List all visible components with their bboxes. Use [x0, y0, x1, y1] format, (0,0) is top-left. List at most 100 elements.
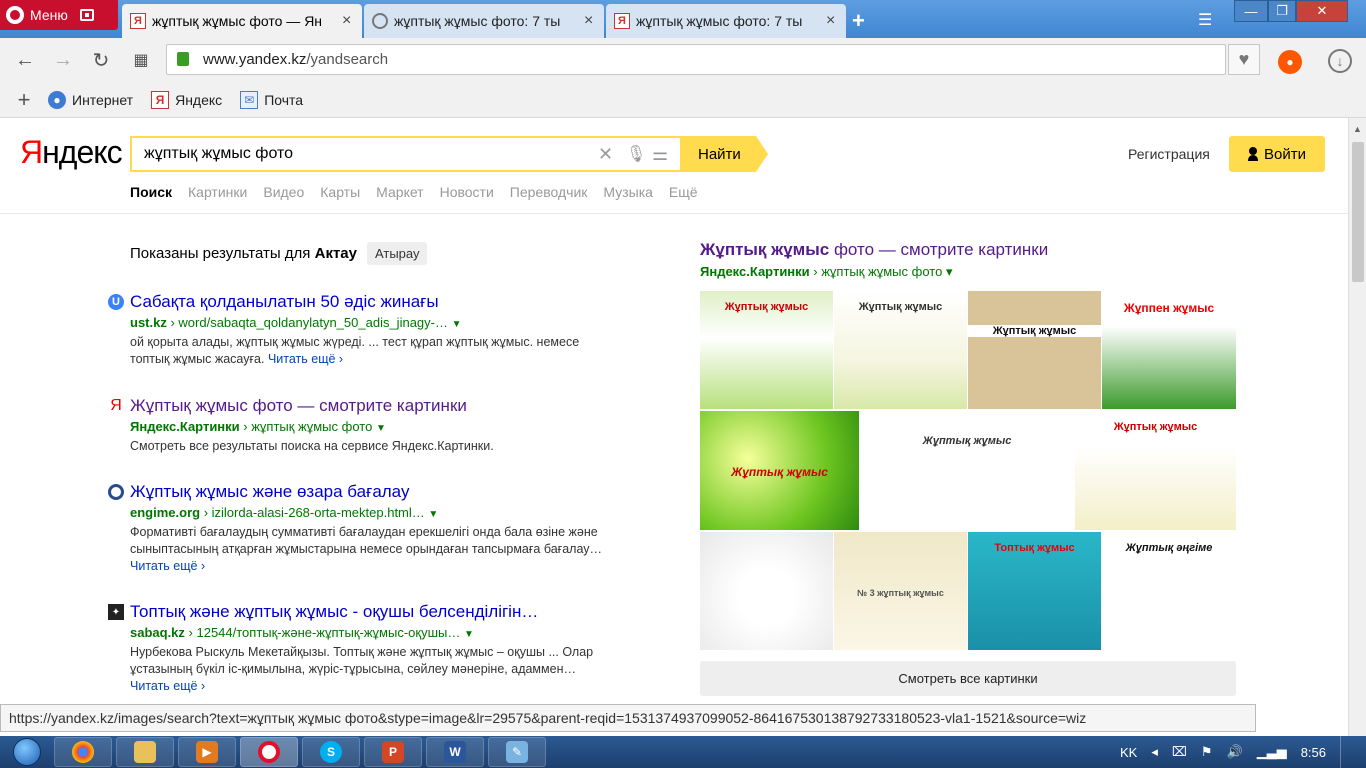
speed-dial-icon[interactable]: ▦ [128, 48, 154, 72]
dropdown-arrow-icon[interactable]: ▼ [464, 629, 474, 640]
result-url[interactable]: engime.org › izilorda-alasi-268-orta-mek… [130, 505, 648, 520]
service-news[interactable]: Новости [440, 184, 494, 200]
tab-close-icon[interactable]: × [342, 12, 354, 30]
paint-icon: ✎ [506, 741, 528, 763]
new-tab-button[interactable]: + [852, 8, 865, 34]
result-snippet: Нурбекова Рыскуль Мекетайқызы. Топтық жә… [130, 644, 648, 695]
dropdown-arrow-icon[interactable]: ▼ [428, 509, 438, 520]
thumbnail-caption: Жұппен жұмыс [1123, 301, 1215, 315]
image-thumbnail[interactable]: Жұппен жұмыс [1102, 291, 1236, 409]
service-market[interactable]: Маркет [376, 184, 423, 200]
language-indicator[interactable]: KK [1120, 745, 1137, 760]
add-bookmark-icon[interactable]: + [0, 87, 48, 113]
yandex-logo[interactable]: Яндекс [20, 134, 123, 171]
result-url[interactable]: sabaq.kz › 12544/топтық-және-жұптық-жұмы… [130, 625, 648, 640]
back-arrow-icon[interactable]: ← [12, 48, 38, 72]
taskbar-explorer[interactable] [116, 737, 174, 767]
reload-icon[interactable]: ↻ [88, 48, 114, 72]
images-url[interactable]: Яндекс.Картинки › жұптық жұмыс фото ▾ [700, 264, 1236, 280]
image-thumbnail[interactable] [700, 532, 833, 650]
volume-icon[interactable]: 🔊 [1227, 744, 1243, 760]
image-thumbnail[interactable]: Жұптық жұмыс [1075, 411, 1236, 530]
region-city[interactable]: Актау [315, 245, 357, 262]
start-button[interactable] [0, 736, 54, 768]
image-thumbnail[interactable]: Жұптық жұмыс [700, 411, 859, 530]
opera-logo-icon [6, 6, 24, 24]
service-video[interactable]: Видео [263, 184, 304, 200]
taskbar-chrome[interactable] [54, 737, 112, 767]
page-scrollbar[interactable]: ▲ [1348, 118, 1366, 736]
clear-icon[interactable]: ✕ [598, 144, 613, 165]
service-music[interactable]: Музыка [603, 184, 653, 200]
image-thumbnail[interactable]: Топтық жұмыс [968, 532, 1101, 650]
image-thumbnail[interactable]: Жұптық әңгіме [1102, 532, 1236, 650]
image-thumbnail[interactable]: Жұптық жұмыс [700, 291, 833, 409]
dropdown-arrow-icon[interactable]: ▼ [376, 423, 386, 434]
tab-close-icon[interactable]: × [826, 12, 838, 30]
signal-bars-icon[interactable]: ▁▃▅ [1257, 744, 1287, 760]
image-thumbnail[interactable]: Жұптық жұмыс [834, 291, 967, 409]
scroll-up-arrow-icon[interactable]: ▲ [1353, 124, 1362, 134]
bookmark-internet[interactable]: ● Интернет [48, 90, 133, 109]
result-title[interactable]: Жұптық жұмыс және өзара бағалау [130, 482, 648, 502]
taskbar-paint[interactable]: ✎ [488, 737, 546, 767]
dropdown-arrow-icon[interactable]: ▼ [452, 319, 462, 330]
action-center-flag-icon[interactable]: ⚑ [1201, 744, 1213, 760]
login-button[interactable]: Войти [1229, 136, 1325, 172]
tab-yandex-images[interactable]: Я жұптық жұмыс фото: 7 ты × [606, 4, 846, 38]
region-chip[interactable]: Атырау [366, 242, 428, 265]
show-hidden-icons-icon[interactable]: ◂ [1151, 744, 1158, 760]
image-thumbnail[interactable]: Жұптық жұмыс [968, 291, 1101, 409]
search-input[interactable] [144, 145, 584, 163]
skype-icon: S [320, 741, 342, 763]
read-more-link[interactable]: Читать ещё › [130, 679, 205, 693]
images-title[interactable]: Жұптық жұмыс фото — смотрите картинки [700, 240, 1236, 260]
opera-menu-button[interactable]: Меню [0, 0, 118, 30]
tab-close-icon[interactable]: × [584, 12, 596, 30]
taskbar-word[interactable]: W [426, 737, 484, 767]
read-more-link[interactable]: Читать ещё › [130, 559, 205, 573]
result-url[interactable]: ust.kz › word/sabaqta_qoldanylatyn_50_ad… [130, 315, 648, 330]
taskbar-powerpoint[interactable]: P [364, 737, 422, 767]
taskbar-skype[interactable]: S [302, 737, 360, 767]
url-input[interactable]: www.yandex.kz /yandsearch [166, 44, 1226, 75]
reddit-icon[interactable]: ● [1278, 50, 1302, 74]
service-images[interactable]: Картинки [188, 184, 247, 200]
tab-menu-icon[interactable]: ☰ [1198, 10, 1220, 29]
heart-icon[interactable]: ♥ [1228, 44, 1260, 75]
result-url[interactable]: Яндекс.Картинки › жұптық жұмыс фото ▼ [130, 419, 648, 434]
taskbar-opera[interactable] [240, 737, 298, 767]
close-window-button[interactable]: ✕ [1296, 0, 1348, 22]
network-device-icon[interactable]: ⌧ [1172, 744, 1187, 760]
result-title[interactable]: Топтық және жұптық жұмыс - оқушы белсенд… [130, 602, 648, 622]
clock[interactable]: 8:56 [1301, 745, 1326, 760]
download-icon[interactable]: ↓ [1328, 49, 1352, 73]
flow-icon[interactable] [79, 9, 94, 21]
service-search[interactable]: Поиск [130, 184, 172, 200]
result-snippet: Смотреть все результаты поиска на сервис… [130, 438, 648, 455]
register-link[interactable]: Регистрация [1128, 146, 1210, 162]
bookmark-yandex[interactable]: Я Яндекс [151, 90, 222, 109]
image-thumbnail[interactable]: № 3 жұптық жұмыс [834, 532, 967, 650]
taskbar-media[interactable]: ▶ [178, 737, 236, 767]
tab-loading[interactable]: жұптық жұмыс фото: 7 ты × [364, 4, 604, 38]
microphone-icon[interactable]: 🎙 [626, 144, 646, 164]
forward-arrow-icon[interactable]: → [50, 48, 76, 72]
minimize-button[interactable]: — [1234, 0, 1268, 22]
see-all-images-button[interactable]: Смотреть все картинки [700, 661, 1236, 696]
scrollbar-thumb[interactable] [1352, 142, 1364, 282]
result-title[interactable]: Сабақта қолданылатын 50 әдіс жинағы [130, 292, 648, 312]
bookmark-mail[interactable]: ✉ Почта [240, 90, 303, 109]
maximize-button[interactable]: ❐ [1268, 0, 1296, 22]
image-thumbnail[interactable]: Жұптық жұмыс [860, 411, 1074, 530]
service-maps[interactable]: Карты [320, 184, 360, 200]
service-more[interactable]: Ещё [669, 184, 698, 200]
show-desktop-button[interactable] [1340, 736, 1354, 768]
title-bold: Жұптық жұмыс [700, 240, 830, 259]
find-button[interactable]: Найти [682, 136, 768, 172]
result-title[interactable]: Жұптық жұмыс фото — смотрите картинки [130, 396, 648, 416]
settings-sliders-icon[interactable]: ⚌ [652, 144, 668, 165]
service-translate[interactable]: Переводчик [510, 184, 588, 200]
tab-yandex-search[interactable]: Я жұптық жұмыс фото — Ян × [122, 4, 362, 38]
read-more-link[interactable]: Читать ещё › [268, 352, 343, 366]
